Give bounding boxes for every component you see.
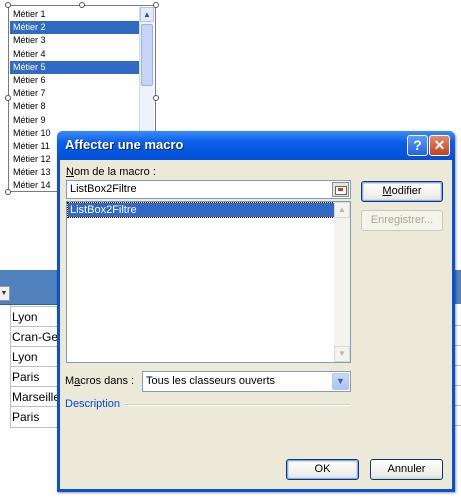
dialog-title: Affecter une macro [65, 137, 184, 152]
assign-macro-dialog: Affecter une macro ? ✕ Nom de la macro :… [57, 131, 455, 492]
cancel-button[interactable]: Annuler [370, 459, 443, 480]
resize-handle-middle-left[interactable] [5, 95, 11, 101]
close-icon: ✕ [433, 137, 446, 153]
cell-divider [454, 385, 461, 386]
cell-divider [454, 405, 461, 406]
listbox-item[interactable]: Métier 6 [10, 74, 141, 87]
modify-button[interactable]: Modifier [361, 181, 443, 202]
resize-handle-bottom-left[interactable] [5, 189, 11, 195]
resize-handle-middle-right[interactable] [153, 95, 159, 101]
scroll-up-arrow-icon[interactable]: ▲ [140, 7, 154, 22]
record-button[interactable]: Enregistrer... [361, 210, 443, 231]
description-divider [125, 404, 350, 406]
cell-divider [454, 365, 461, 366]
macros-in-label: Macros dans : [65, 375, 135, 387]
scroll-down-arrow-icon[interactable]: ▼ [334, 346, 350, 362]
resize-handle-top-middle[interactable] [79, 2, 85, 8]
macros-in-value: Tous les classeurs ouverts [146, 375, 275, 387]
dialog-titlebar[interactable]: Affecter une macro ? ✕ [57, 131, 455, 160]
close-button[interactable]: ✕ [429, 135, 450, 156]
macros-in-select[interactable]: Tous les classeurs ouverts ▼ [142, 371, 351, 392]
dialog-body: Nom de la macro : ListBox2Filtre ListBox… [60, 160, 452, 489]
help-icon: ? [413, 137, 422, 153]
macro-name-input[interactable]: ListBox2Filtre [66, 180, 351, 199]
listbox-item[interactable]: Métier 1 [10, 8, 141, 21]
collapse-dialog-button[interactable] [332, 182, 349, 197]
resize-handle-top-left[interactable] [5, 2, 11, 8]
filter-dropdown-icon[interactable]: ▼ [0, 286, 10, 301]
macro-list-scrollbar[interactable]: ▲ ▼ [334, 202, 350, 362]
list-item[interactable]: ListBox2Filtre [67, 202, 335, 218]
cell-divider [454, 425, 461, 426]
listbox-item[interactable]: Métier 2 [10, 21, 141, 35]
table-header [454, 270, 461, 304]
cell-divider [454, 325, 461, 326]
description-label: Description [65, 398, 121, 410]
listbox-item[interactable]: Métier 9 [10, 114, 141, 127]
listbox-item[interactable]: Métier 4 [10, 48, 141, 61]
range-selector-icon [335, 186, 347, 195]
macro-name-value: ListBox2Filtre [70, 183, 137, 195]
spreadsheet-right-edge [454, 270, 461, 426]
ok-button[interactable]: OK [286, 459, 359, 480]
resize-handle-top-right[interactable] [153, 2, 159, 8]
cell-divider [454, 345, 461, 346]
scroll-thumb[interactable] [141, 24, 153, 86]
listbox-item[interactable]: Métier 3 [10, 34, 141, 47]
listbox-item[interactable]: Métier 5 [10, 60, 141, 74]
chevron-down-icon[interactable]: ▼ [332, 373, 349, 390]
scroll-up-arrow-icon[interactable]: ▲ [334, 202, 350, 218]
help-button[interactable]: ? [407, 135, 428, 156]
listbox-item[interactable]: Métier 8 [10, 100, 141, 113]
macro-name-label: Nom de la macro : [66, 166, 156, 178]
listbox-item[interactable]: Métier 7 [10, 87, 141, 100]
macro-list[interactable]: ListBox2Filtre ▲ ▼ [66, 201, 351, 363]
